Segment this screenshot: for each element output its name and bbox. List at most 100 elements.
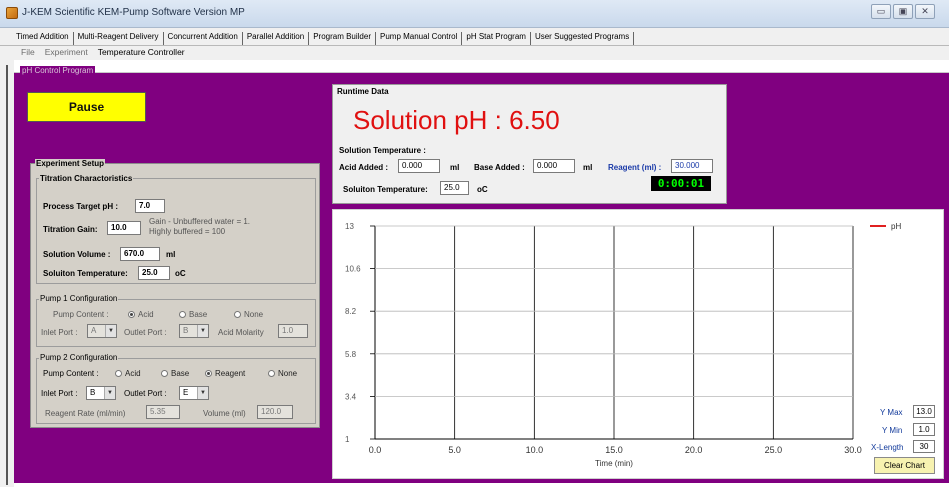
radio-dot xyxy=(161,370,168,377)
tab-program-builder[interactable]: Program Builder xyxy=(309,32,376,45)
title-bar: J-KEM Scientific KEM-Pump Software Versi… xyxy=(0,0,949,28)
runtime-temperature-label: Soluiton Temperature: xyxy=(343,185,428,194)
x-tick-label: 5.0 xyxy=(448,445,461,455)
pump1-outlet-select[interactable]: B ▼ xyxy=(179,324,209,338)
close-button[interactable]: ✕ xyxy=(915,4,935,19)
x-tick-label: 20.0 xyxy=(685,445,703,455)
chevron-down-icon: ▼ xyxy=(105,325,116,337)
pump2-volume-input[interactable]: 120.0 xyxy=(257,405,293,419)
clear-chart-button[interactable]: Clear Chart xyxy=(874,457,935,474)
pump2-content-label: Pump Content : xyxy=(43,369,99,378)
pump2-title: Pump 2 Configuration xyxy=(39,353,119,362)
ymax-label: Y Max xyxy=(880,408,903,417)
ymin-input[interactable]: 1.0 xyxy=(913,423,935,436)
solution-volume-unit: ml xyxy=(166,250,176,259)
pump2-inlet-label: Inlet Port : xyxy=(41,389,78,398)
target-ph-input[interactable]: 7.0 xyxy=(135,199,165,213)
experiment-setup-title: Experiment Setup xyxy=(35,159,106,168)
x-tick-label: 15.0 xyxy=(605,445,623,455)
chart-svg: 0.0 5.0 10.0 15.0 20.0 25.0 30.0 1 3.4 5.8 8.2 10.6… xyxy=(345,222,901,468)
pump1-base-radio[interactable]: Base xyxy=(179,310,207,319)
menu-temperature-controller[interactable]: Temperature Controller xyxy=(93,46,190,60)
pump2-outlet-value: E xyxy=(183,388,189,397)
titration-gain-input[interactable]: 10.0 xyxy=(107,221,141,235)
runtime-temperature-unit: oC xyxy=(477,185,488,194)
pump1-inlet-select[interactable]: A ▼ xyxy=(87,324,117,338)
gain-hint-1: Gain - Unbuffered water = 1. xyxy=(149,217,251,226)
runtime-title: Runtime Data xyxy=(337,87,389,96)
app-icon xyxy=(6,7,18,19)
tab-pump-manual-control[interactable]: Pump Manual Control xyxy=(376,32,463,45)
y-tick-label: 13 xyxy=(345,222,354,231)
minimize-button[interactable]: ▭ xyxy=(871,4,891,19)
pump1-acid-radio[interactable]: Acid xyxy=(128,310,154,319)
pump2-none-label: None xyxy=(278,369,298,378)
pump2-volume-label: Volume (ml) xyxy=(203,409,246,418)
pump2-outlet-select[interactable]: E ▼ xyxy=(179,386,209,400)
tab-ph-stat-program[interactable]: pH Stat Program xyxy=(462,32,531,45)
tab-strip: Timed Addition Multi-Reagent Delivery Co… xyxy=(0,28,949,46)
maximize-button[interactable]: ▣ xyxy=(893,4,913,19)
x-tick-label: 30.0 xyxy=(844,445,862,455)
y-tick-label: 8.2 xyxy=(345,307,357,316)
y-tick-label: 5.8 xyxy=(345,350,357,359)
pause-button[interactable]: Pause xyxy=(27,92,146,122)
pump2-base-radio[interactable]: Base xyxy=(161,369,189,378)
tab-user-suggested-programs[interactable]: User Suggested Programs xyxy=(531,32,635,45)
pump1-none-radio[interactable]: None xyxy=(234,310,263,319)
pump1-title: Pump 1 Configuration xyxy=(39,294,119,303)
target-ph-label: Process Target pH : xyxy=(43,202,118,211)
group-caption: pH Control Program xyxy=(20,66,96,75)
chevron-down-icon: ▼ xyxy=(104,387,115,399)
ymax-input[interactable]: 13.0 xyxy=(913,405,935,418)
acid-molarity-input[interactable]: 1.0 xyxy=(278,324,308,338)
tab-concurrent-addition[interactable]: Concurrent Addition xyxy=(164,32,243,45)
window-title: J-KEM Scientific KEM-Pump Software Versi… xyxy=(22,7,245,18)
solution-temperature-unit: oC xyxy=(175,269,186,278)
menu-bar: File Experiment Temperature Controller xyxy=(0,46,949,60)
reagent-rate-input[interactable]: 5.35 xyxy=(146,405,180,419)
radio-dot xyxy=(179,311,186,318)
radio-dot-selected xyxy=(205,370,212,377)
tab-timed-addition[interactable]: Timed Addition xyxy=(12,32,74,45)
xlength-input[interactable]: 30 xyxy=(913,440,935,453)
pump2-acid-radio[interactable]: Acid xyxy=(115,369,141,378)
menu-file[interactable]: File xyxy=(16,46,40,60)
pump2-none-radio[interactable]: None xyxy=(268,369,297,378)
xlength-label: X-Length xyxy=(871,443,904,452)
tab-parallel-addition[interactable]: Parallel Addition xyxy=(243,32,310,45)
gain-hint-2: Highly buffered = 100 xyxy=(149,227,226,236)
base-added-label: Base Added : xyxy=(474,163,525,172)
solution-volume-label: Solution Volume : xyxy=(43,250,111,259)
y-tick-label: 1 xyxy=(345,435,350,444)
base-added-unit: ml xyxy=(583,163,593,172)
acid-added-value: 0.000 xyxy=(398,159,440,173)
menu-experiment[interactable]: Experiment xyxy=(40,46,93,60)
pump1-inlet-label: Inlet Port : xyxy=(41,328,78,337)
y-tick-label: 3.4 xyxy=(345,392,357,401)
acid-added-label: Acid Added : xyxy=(339,163,389,172)
elapsed-timer: 0:00:01 xyxy=(651,176,711,191)
x-axis-label: Time (min) xyxy=(595,459,633,468)
pump2-inlet-value: B xyxy=(90,388,96,397)
radio-dot xyxy=(234,311,241,318)
acid-added-unit: ml xyxy=(450,163,460,172)
titration-gain-label: Titration Gain: xyxy=(43,225,98,234)
x-tick-label: 0.0 xyxy=(369,445,382,455)
pump2-outlet-label: Outlet Port : xyxy=(124,389,167,398)
pump2-reagent-radio[interactable]: Reagent xyxy=(205,369,245,378)
pump2-base-label: Base xyxy=(171,369,190,378)
pump1-inlet-value: A xyxy=(91,326,97,335)
solution-temperature-input[interactable]: 25.0 xyxy=(138,266,170,280)
solution-temperature-header: Solution Temperature : xyxy=(339,146,426,155)
reagent-added-value: 30.000 xyxy=(671,159,713,173)
experiment-setup-panel: Experiment Setup Titration Charactoristi… xyxy=(30,159,320,428)
acid-molarity-label: Acid Molarity xyxy=(218,328,264,337)
reagent-rate-label: Reagent Rate (ml/min) xyxy=(45,409,126,418)
titration-title: Titration Charactoristics xyxy=(39,174,134,183)
solution-volume-input[interactable]: 670.0 xyxy=(120,247,160,261)
pump2-inlet-select[interactable]: B ▼ xyxy=(86,386,116,400)
pump1-outlet-value: B xyxy=(183,326,189,335)
tab-multi-reagent-delivery[interactable]: Multi-Reagent Delivery xyxy=(74,32,164,45)
chevron-down-icon: ▼ xyxy=(197,387,208,399)
